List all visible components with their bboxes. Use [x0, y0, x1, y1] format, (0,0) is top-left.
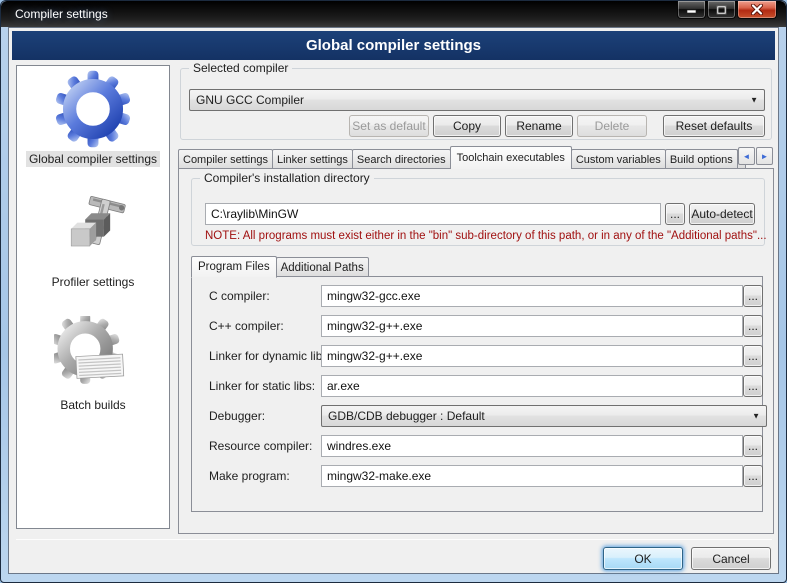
settings-category-list: Global compiler settings — [16, 65, 170, 529]
sidebar-item-profiler-settings[interactable]: Profiler settings — [49, 193, 138, 290]
installation-directory-input[interactable] — [205, 203, 661, 225]
debugger-select-value: GDB/CDB debugger : Default — [328, 409, 485, 423]
window-frame: Compiler settings Global compiler settin… — [0, 0, 787, 583]
copy-button[interactable]: Copy — [433, 115, 501, 137]
debugger-select[interactable]: GDB/CDB debugger : Default ▼ — [321, 405, 767, 427]
tab-search-directories[interactable]: Search directories — [352, 149, 451, 169]
sidebar-item-batch-builds[interactable]: Batch builds — [54, 316, 132, 413]
sidebar-item-label: Batch builds — [57, 397, 128, 413]
static-linker-browse-button[interactable]: ... — [743, 375, 763, 397]
sidebar-item-label: Profiler settings — [49, 274, 138, 290]
static-linker-input[interactable] — [321, 375, 743, 397]
field-label: Linker for dynamic libs: — [209, 345, 332, 367]
dynamic-linker-input[interactable] — [321, 345, 743, 367]
subtab-program-files[interactable]: Program Files — [191, 256, 277, 278]
field-label: C++ compiler: — [209, 315, 284, 337]
scroll-left-icon: ◄ — [743, 152, 751, 161]
maximize-button[interactable] — [707, 1, 736, 19]
cancel-button[interactable]: Cancel — [691, 547, 771, 570]
installation-directory-browse-button[interactable]: ... — [665, 203, 685, 225]
installation-directory-note: NOTE: All programs must exist either in … — [205, 230, 767, 242]
program-files-panel: C compiler: ... C++ compiler: ... Linker… — [191, 276, 763, 512]
installation-directory-group-label: Compiler's installation directory — [200, 171, 374, 185]
ok-button[interactable]: OK — [603, 547, 683, 570]
tab-scroll-left-button[interactable]: ◄ — [738, 147, 755, 165]
minimize-button[interactable] — [677, 1, 706, 19]
minimize-icon — [686, 5, 697, 14]
dynamic-linker-browse-button[interactable]: ... — [743, 345, 763, 367]
tab-custom-variables[interactable]: Custom variables — [571, 149, 666, 169]
compiler-settings-window: { "window": { "title": "Compiler setting… — [0, 0, 787, 583]
caliper-icon — [54, 193, 132, 271]
tab-compiler-settings[interactable]: Compiler settings — [178, 149, 273, 169]
dialog-body: Global compiler settings — [8, 27, 779, 574]
c-compiler-browse-button[interactable]: ... — [743, 285, 763, 307]
make-program-browse-button[interactable]: ... — [743, 465, 763, 487]
cpp-compiler-browse-button[interactable]: ... — [743, 315, 763, 337]
set-as-default-button: Set as default — [349, 115, 429, 137]
maximize-icon — [716, 5, 727, 15]
compiler-select-value: GNU GCC Compiler — [196, 93, 304, 107]
tab-linker-settings[interactable]: Linker settings — [272, 149, 353, 169]
compiler-select[interactable]: GNU GCC Compiler ▼ — [189, 89, 765, 111]
rename-button[interactable]: Rename — [505, 115, 573, 137]
resource-compiler-input[interactable] — [321, 435, 743, 457]
window-title: Compiler settings — [15, 1, 108, 27]
tab-toolchain-executables[interactable]: Toolchain executables — [450, 146, 572, 169]
scroll-right-icon: ► — [761, 152, 769, 161]
tab-scroll-right-button[interactable]: ► — [756, 147, 773, 165]
close-icon — [751, 4, 763, 15]
subtab-additional-paths[interactable]: Additional Paths — [276, 257, 369, 277]
compiler-tabs: Compiler settings Linker settings Search… — [178, 144, 774, 169]
tab-build-options[interactable]: Build options — [665, 149, 738, 169]
field-label: Make program: — [209, 465, 290, 487]
toolchain-executables-panel: Compiler's installation directory ... Au… — [178, 168, 774, 534]
auto-detect-button[interactable]: Auto-detect — [689, 203, 755, 225]
chevron-down-icon: ▼ — [752, 412, 760, 421]
field-label: C compiler: — [209, 285, 270, 307]
c-compiler-input[interactable] — [321, 285, 743, 307]
cpp-compiler-input[interactable] — [321, 315, 743, 337]
field-label: Resource compiler: — [209, 435, 312, 457]
page-title: Global compiler settings — [306, 37, 481, 54]
selected-compiler-group-label: Selected compiler — [189, 61, 292, 75]
installation-directory-group: Compiler's installation directory ... Au… — [191, 178, 765, 246]
batch-builds-gear-icon — [54, 316, 132, 394]
resource-compiler-browse-button[interactable]: ... — [743, 435, 763, 457]
field-label: Debugger: — [209, 405, 265, 427]
sidebar-item-global-compiler-settings[interactable]: Global compiler settings — [26, 70, 160, 167]
blue-gear-icon — [54, 70, 132, 148]
footer-separator — [16, 539, 772, 540]
selected-compiler-group: Selected compiler GNU GCC Compiler ▼ Set… — [180, 68, 772, 140]
dialog-banner: Global compiler settings — [12, 31, 775, 60]
chevron-down-icon: ▼ — [750, 96, 758, 105]
make-program-input[interactable] — [321, 465, 743, 487]
sidebar-item-label: Global compiler settings — [26, 151, 160, 167]
close-button[interactable] — [737, 1, 777, 19]
window-controls — [676, 1, 777, 19]
program-subtabs: Program Files Additional Paths — [191, 254, 368, 277]
field-label: Linker for static libs: — [209, 375, 315, 397]
delete-button: Delete — [577, 115, 647, 137]
reset-defaults-button[interactable]: Reset defaults — [663, 115, 765, 137]
title-bar: Compiler settings — [1, 1, 786, 27]
